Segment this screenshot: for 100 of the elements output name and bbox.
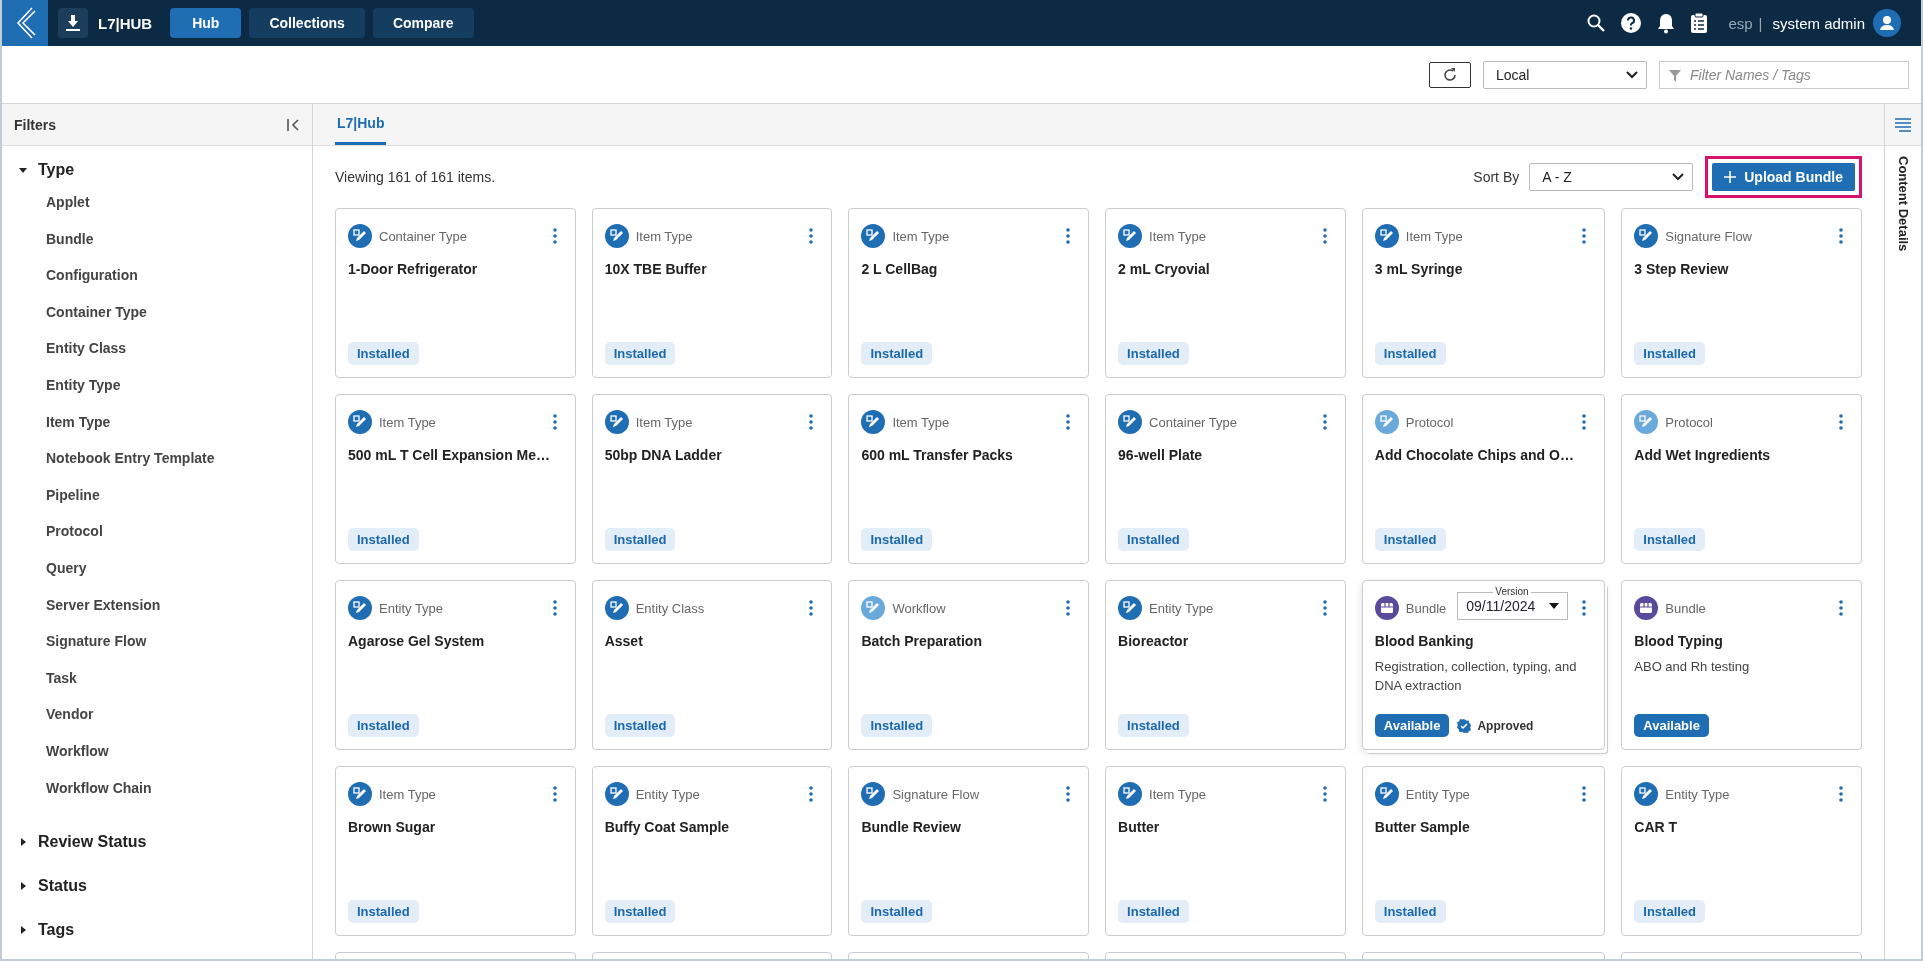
more-icon[interactable]: [1839, 600, 1843, 616]
back-button[interactable]: [2, 0, 48, 46]
content-card[interactable]: Item Type Brown Sugar Installed: [335, 766, 576, 936]
more-icon[interactable]: [552, 600, 557, 616]
content-card[interactable]: Item Type 600 mL Transfer Packs Installed: [848, 394, 1090, 564]
content-card[interactable]: Item Type 50bp DNA Ladder Installed: [591, 394, 833, 564]
refresh-button[interactable]: [1429, 61, 1471, 88]
card-type: Signature Flow: [892, 786, 980, 802]
filter-option[interactable]: Notebook Entry Template: [2, 440, 312, 477]
content-card[interactable]: Container Type 96-well Plate Installed: [1105, 394, 1346, 564]
more-icon[interactable]: [1322, 228, 1327, 244]
filter-option[interactable]: Bundle: [2, 220, 312, 258]
filter-option[interactable]: Task: [2, 659, 312, 697]
content-card[interactable]: Item Type 2 L CellBag Installed: [848, 208, 1090, 378]
more-icon[interactable]: [1322, 600, 1327, 616]
more-icon[interactable]: [1839, 414, 1843, 430]
content-card[interactable]: Signature Flow 3 Step Review Installed: [1621, 208, 1862, 378]
filter-option[interactable]: Applet: [2, 184, 312, 221]
content-card[interactable]: Workflow Batch Preparation Installed: [848, 580, 1090, 750]
card-type: Entity Type: [1665, 786, 1730, 802]
upload-bundle-button[interactable]: Upload Bundle: [1712, 163, 1855, 191]
status-badge: Installed: [604, 342, 676, 365]
filter-group[interactable]: Status: [2, 872, 312, 901]
filter-option[interactable]: Server Extension: [2, 586, 312, 624]
more-icon[interactable]: [552, 414, 557, 430]
more-icon[interactable]: [1066, 600, 1071, 616]
more-icon[interactable]: [1839, 786, 1843, 802]
content-card[interactable]: Item Type 10X TBE Buffer Installed: [591, 208, 833, 378]
source-select[interactable]: Local: [1483, 60, 1647, 89]
card-type: Item Type: [1149, 786, 1206, 802]
card-title: CAR T: [1634, 819, 1679, 835]
tab[interactable]: L7|Hub: [335, 104, 387, 145]
filter-option[interactable]: Vendor: [2, 696, 312, 733]
nav-tab[interactable]: Compare: [372, 8, 474, 38]
content-card[interactable]: Entity Type Agarose Gel System Installed: [335, 580, 576, 750]
filter-option[interactable]: Protocol: [2, 513, 312, 550]
user-name[interactable]: system admin: [1772, 14, 1865, 32]
more-icon[interactable]: [552, 786, 557, 802]
more-icon[interactable]: [809, 600, 814, 616]
collapse-icon[interactable]: [286, 117, 300, 132]
content-card[interactable]: Entity Type Butter Sample Installed: [1361, 766, 1606, 936]
filter-option[interactable]: Entity Class: [2, 330, 312, 367]
clipboard-icon[interactable]: [1690, 12, 1709, 34]
filter-option[interactable]: Item Type: [2, 403, 312, 441]
more-icon[interactable]: [1582, 786, 1587, 802]
more-icon[interactable]: [1582, 600, 1587, 616]
more-icon[interactable]: [809, 414, 814, 430]
more-icon[interactable]: [809, 786, 814, 802]
filter-group[interactable]: Type: [2, 156, 312, 184]
filter-option[interactable]: Configuration: [2, 257, 312, 294]
content-details-tab[interactable]: Content Details: [1895, 156, 1911, 252]
more-icon[interactable]: [1582, 414, 1587, 430]
content-card[interactable]: Item Type 500 mL T Cell Expansion Me… Installed: [335, 394, 576, 564]
filter-option[interactable]: Pipeline: [2, 476, 312, 514]
more-icon[interactable]: [552, 228, 557, 244]
content-card[interactable]: Protocol Add Wet Ingredients Installed: [1621, 394, 1862, 564]
sort-select[interactable]: A - Z: [1529, 163, 1694, 191]
content-card[interactable]: Signature Flow Bundle Review Installed: [848, 766, 1090, 936]
filter-option[interactable]: Query: [2, 549, 312, 587]
nav-tab[interactable]: Hub: [170, 8, 242, 38]
bell-icon[interactable]: [1656, 12, 1677, 34]
more-icon[interactable]: [809, 228, 814, 244]
card-description: Registration, collection, typing, and DNA extraction: [1374, 658, 1578, 695]
nav-tab[interactable]: Collections: [249, 8, 365, 38]
content-card[interactable]: Item Type 3 mL Syringe Installed: [1361, 208, 1606, 378]
search-icon[interactable]: [1586, 13, 1607, 33]
download-icon: [58, 8, 88, 38]
filter-option[interactable]: Container Type: [2, 293, 312, 331]
more-icon[interactable]: [1066, 228, 1071, 244]
content-card[interactable]: Entity Type Buffy Coat Sample Installed: [591, 766, 833, 936]
card-title: Brown Sugar: [348, 819, 437, 835]
list-icon[interactable]: [1895, 117, 1911, 132]
card-title: Add Wet Ingredients: [1634, 447, 1772, 463]
filter-group[interactable]: Review Status: [2, 828, 312, 857]
content-card[interactable]: Item Type 2 mL Cryovial Installed: [1105, 208, 1346, 378]
help-icon[interactable]: [1620, 12, 1643, 34]
card-type: Bundle: [1665, 600, 1706, 616]
content-card[interactable]: Entity Class Asset Installed: [591, 580, 833, 750]
content-card[interactable]: Container Type 1-Door Refrigerator Installed: [335, 208, 576, 378]
filter-field[interactable]: Filter Names / Tags: [1659, 60, 1909, 89]
content-card[interactable]: Entity Type Bioreactor Installed: [1105, 580, 1346, 750]
avatar-icon[interactable]: [1873, 9, 1901, 37]
status-badge: Installed: [348, 714, 419, 737]
more-icon[interactable]: [1322, 414, 1327, 430]
more-icon[interactable]: [1066, 414, 1071, 430]
content-card[interactable]: Bundle Blood Typing ABO and Rh testing Available: [1621, 580, 1862, 750]
card-title: Butter: [1118, 819, 1161, 835]
more-icon[interactable]: [1322, 786, 1327, 802]
content-card[interactable]: Item Type Butter Installed: [1105, 766, 1346, 936]
card-type: Item Type: [1405, 228, 1463, 244]
filter-option[interactable]: Workflow Chain: [2, 769, 312, 807]
more-icon[interactable]: [1839, 228, 1843, 244]
more-icon[interactable]: [1066, 786, 1071, 802]
filter-option[interactable]: Entity Type: [2, 366, 312, 404]
filter-option[interactable]: Workflow: [2, 732, 312, 770]
content-card[interactable]: Entity Type CAR T Installed: [1621, 766, 1862, 936]
content-card[interactable]: Protocol Add Chocolate Chips and O… Installed: [1361, 394, 1606, 564]
filter-option[interactable]: Signature Flow: [2, 623, 312, 660]
more-icon[interactable]: [1582, 228, 1587, 244]
filter-group[interactable]: Tags: [2, 916, 312, 945]
